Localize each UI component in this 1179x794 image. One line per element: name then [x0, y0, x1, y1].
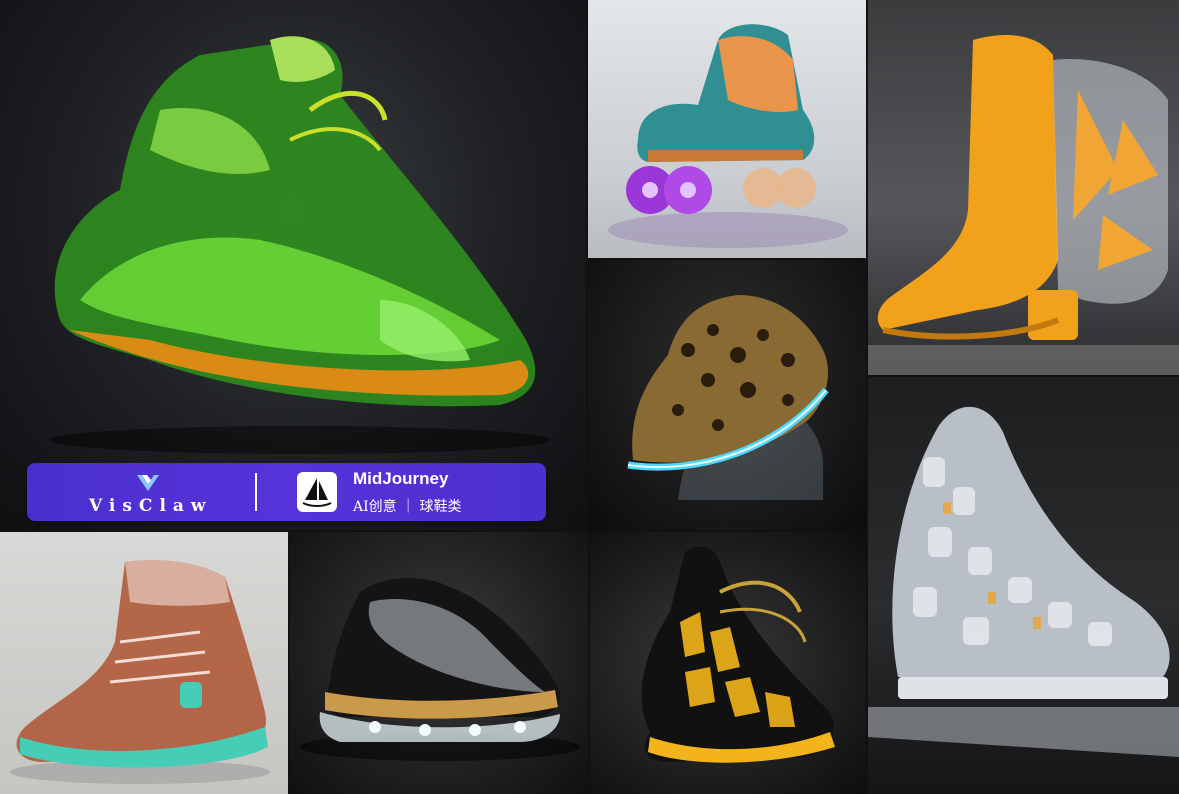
copper-teal-glass-boot-image	[0, 532, 288, 794]
visclaw-midjourney-banner: VisClaw MidJourney AI创意 ｜ 球鞋类	[27, 463, 546, 521]
tool-name: MidJourney	[353, 469, 449, 488]
green-glass-high-top-sneaker-image	[0, 0, 586, 530]
banner-divider	[255, 473, 257, 511]
midjourney-sailboat-icon	[297, 472, 337, 512]
black-chrome-wave-sneaker-image	[290, 532, 588, 794]
black-amber-lattice-sneaker-image	[590, 532, 866, 794]
banner-subtitle: AI创意 ｜ 球鞋类	[353, 499, 462, 515]
chrome-mosaic-skate-boot-image	[868, 377, 1179, 794]
visclaw-v-logo-icon	[137, 475, 159, 491]
brand-name: VisClaw	[89, 496, 213, 516]
orange-translucent-boot-image	[868, 0, 1179, 375]
leopard-led-sneaker-image	[588, 260, 866, 530]
holographic-roller-skate-image	[588, 0, 866, 258]
